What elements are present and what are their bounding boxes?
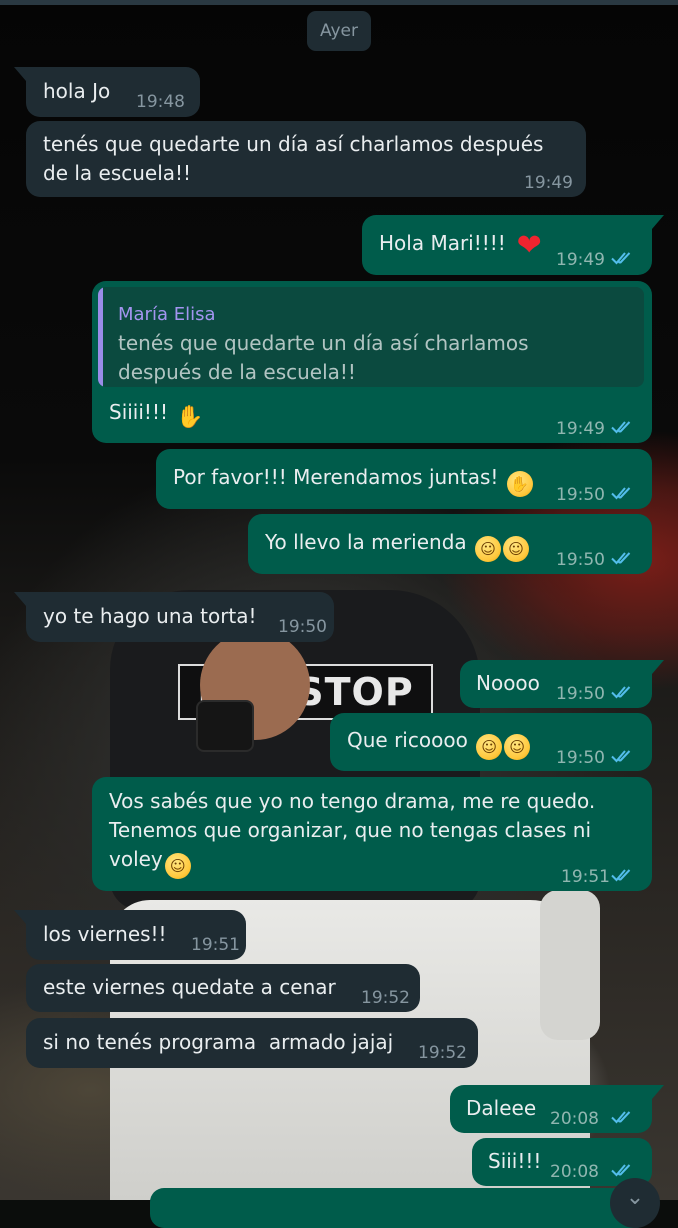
message-incoming[interactable]: si no tenés programa armado jajaj 19:52 bbox=[26, 1018, 478, 1068]
message-time: 19:50 bbox=[556, 485, 605, 505]
message-outgoing[interactable]: Daleee 20:08 bbox=[450, 1085, 664, 1133]
double-check-icon bbox=[611, 485, 637, 501]
message-text-content: Yo llevo la merienda bbox=[265, 530, 467, 554]
double-check-icon bbox=[611, 867, 637, 883]
grinning-sweat-emoji: ☺ bbox=[164, 853, 191, 879]
message-time: 19:48 bbox=[136, 92, 185, 112]
message-text: hola Jo bbox=[43, 79, 111, 103]
message-time: 19:50 bbox=[556, 748, 605, 768]
message-text: yo te hago una torta! bbox=[43, 604, 257, 628]
scroll-down-button[interactable]: ⌄ bbox=[610, 1178, 660, 1228]
double-check-icon bbox=[611, 684, 637, 700]
message-text: tenés que quedarte un día así charlamos … bbox=[43, 132, 544, 185]
quoted-author: María Elisa bbox=[118, 304, 216, 325]
message-time: 20:08 bbox=[550, 1162, 599, 1182]
message-text-content: Hola Mari!!!! bbox=[379, 231, 506, 255]
message-text: Siiii!!! ✋ bbox=[109, 398, 204, 431]
message-text: Noooo bbox=[476, 671, 540, 695]
message-outgoing[interactable]: Yo llevo la merienda ☺ ☺ 19:50 bbox=[248, 514, 652, 574]
message-outgoing[interactable]: Vos sabés que yo no tengo drama, me re q… bbox=[92, 777, 652, 891]
beaming-grin-emoji: ☺ bbox=[503, 536, 530, 562]
message-text: Daleee bbox=[466, 1096, 537, 1120]
message-time: 19:51 bbox=[191, 935, 240, 955]
message-time: 19:50 bbox=[278, 617, 327, 637]
message-outgoing[interactable]: Hola Mari!!!! ❤ 19:49 bbox=[362, 215, 664, 275]
message-time: 19:49 bbox=[556, 419, 605, 439]
message-time: 19:49 bbox=[524, 173, 573, 193]
wallpaper-watch bbox=[196, 700, 254, 752]
wallpaper-chair bbox=[540, 890, 600, 1040]
grinning-sweat-emoji: ☺ bbox=[475, 536, 502, 562]
message-incoming[interactable]: los viernes!! 19:51 bbox=[14, 910, 246, 960]
quote-bar bbox=[98, 287, 103, 387]
message-text: este viernes quedate a cenar bbox=[43, 975, 336, 999]
message-text-content: Siiii!!! bbox=[109, 400, 168, 424]
message-time: 19:52 bbox=[361, 988, 410, 1008]
message-text: los viernes!! bbox=[43, 922, 167, 946]
message-text: Hola Mari!!!! ❤ bbox=[379, 228, 544, 263]
message-text: Que ricoooo ☺ ☺ bbox=[347, 726, 531, 760]
message-time: 20:08 bbox=[550, 1109, 599, 1129]
quoted-message[interactable]: María Elisa tenés que quedarte un día as… bbox=[98, 287, 644, 387]
message-incoming[interactable]: este viernes quedate a cenar 19:52 bbox=[26, 964, 420, 1012]
double-check-icon bbox=[611, 550, 637, 566]
message-time: 19:51 bbox=[561, 867, 610, 887]
top-bar bbox=[0, 0, 678, 5]
quoted-text: tenés que quedarte un día así charlamos … bbox=[118, 331, 529, 384]
double-check-icon bbox=[611, 419, 637, 435]
message-outgoing[interactable]: Noooo 19:50 bbox=[460, 660, 664, 708]
message-incoming[interactable]: yo te hago una torta! 19:50 bbox=[14, 592, 334, 642]
message-outgoing[interactable]: Por favor!!! Merendamos juntas! ✋ 19:50 bbox=[156, 449, 652, 509]
double-check-icon bbox=[611, 1162, 637, 1178]
double-check-icon bbox=[611, 250, 637, 266]
message-incoming[interactable]: hola Jo 19:48 bbox=[14, 67, 200, 117]
message-text-content: Que ricoooo bbox=[347, 728, 468, 752]
smiling-hearts-emoji: ☺ bbox=[504, 734, 531, 760]
chevron-down-icon: ⌄ bbox=[625, 1185, 645, 1210]
message-outgoing-partial[interactable] bbox=[150, 1188, 650, 1228]
message-text: Yo llevo la merienda ☺ ☺ bbox=[265, 528, 530, 562]
message-text: Por favor!!! Merendamos juntas! ✋ bbox=[173, 463, 533, 497]
message-time: 19:52 bbox=[418, 1043, 467, 1063]
message-time: 19:50 bbox=[556, 550, 605, 570]
message-time: 19:50 bbox=[556, 684, 605, 704]
message-outgoing-reply[interactable]: María Elisa tenés que quedarte un día as… bbox=[92, 281, 652, 443]
message-incoming[interactable]: tenés que quedarte un día así charlamos … bbox=[26, 121, 586, 197]
double-check-icon bbox=[611, 748, 637, 764]
double-check-icon bbox=[611, 1109, 637, 1125]
message-text: Siii!!! bbox=[488, 1149, 542, 1173]
red-heart-emoji: ❤ bbox=[516, 228, 542, 263]
hand-over-mouth-emoji: ☺ bbox=[476, 734, 503, 760]
message-text: si no tenés programa armado jajaj bbox=[43, 1030, 394, 1054]
message-time: 19:49 bbox=[556, 250, 605, 270]
message-text-content: Por favor!!! Merendamos juntas! bbox=[173, 465, 499, 489]
message-text: Vos sabés que yo no tengo drama, me re q… bbox=[109, 787, 595, 879]
date-separator: Ayer bbox=[307, 11, 371, 51]
message-outgoing[interactable]: Que ricoooo ☺ ☺ 19:50 bbox=[330, 713, 652, 771]
hand-over-mouth-emoji: ✋ bbox=[506, 471, 533, 497]
folded-hands-emoji: ✋ bbox=[176, 405, 204, 430]
